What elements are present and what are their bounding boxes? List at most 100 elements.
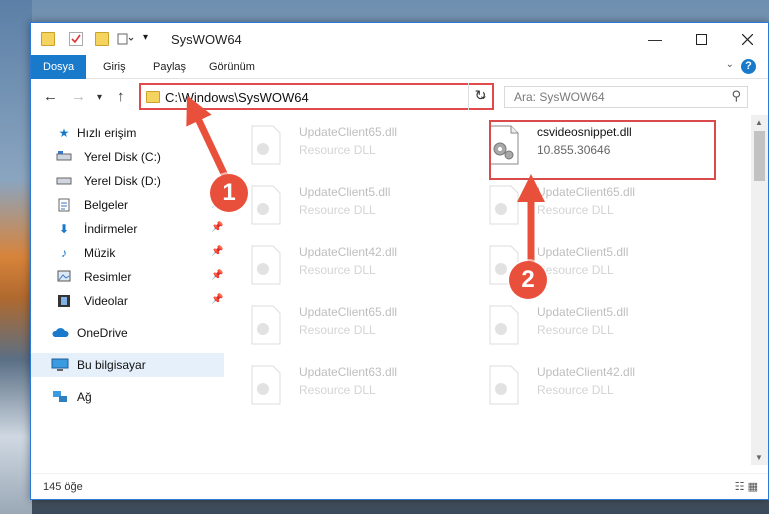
file-description: Resource DLL <box>537 323 614 337</box>
drive-icon <box>56 150 72 164</box>
file-description: Resource DLL <box>299 263 376 277</box>
close-button[interactable] <box>724 23 769 55</box>
sidebar-item-label: Resimler <box>84 270 132 284</box>
view-mode-icons[interactable]: ☷ ▦ <box>735 480 758 493</box>
dll-file-icon <box>489 185 519 225</box>
music-icon: ♪ <box>61 246 67 260</box>
new-folder-icon[interactable] <box>95 32 109 46</box>
file-description: Resource DLL <box>299 383 376 397</box>
step-one-badge: 1 <box>210 174 248 212</box>
sidebar-item-pictures[interactable]: Resimler 📌 <box>31 265 224 289</box>
file-name: UpdateClient65.dll <box>299 125 398 139</box>
file-description: Resource DLL <box>537 263 614 277</box>
explorer-window: ▾ SysWOW64 — Dosya Giriş Paylaş Görünüm … <box>30 22 769 500</box>
file-item[interactable]: UpdateClient42.dll Resource DLL <box>467 361 697 415</box>
sidebar-item-this-pc[interactable]: Bu bilgisayar <box>31 353 224 377</box>
large-icons-view-icon[interactable]: ▦ <box>748 481 758 493</box>
documents-icon <box>56 198 72 212</box>
recent-locations-icon[interactable]: ▾ <box>97 92 102 103</box>
sidebar-item-local-disk-c[interactable]: Yerel Disk (C:) <box>31 145 224 169</box>
search-input[interactable]: Ara: SysWOW64 ⚲ <box>504 86 748 108</box>
up-arrow-icon[interactable]: ↑ <box>117 88 125 105</box>
search-icon: ⚲ <box>731 88 741 103</box>
sidebar-item-label: İndirmeler <box>84 222 138 236</box>
downloads-icon: ⬇ <box>58 222 70 236</box>
sidebar-item-network[interactable]: Ağ <box>31 385 224 409</box>
dll-file-icon <box>251 365 281 405</box>
cloud-icon <box>51 326 69 340</box>
tab-share[interactable]: Paylaş <box>141 55 198 79</box>
maximize-button[interactable] <box>678 23 724 55</box>
file-name: UpdateClient65.dll <box>537 185 636 199</box>
minimize-button[interactable]: — <box>632 23 678 55</box>
file-item[interactable]: UpdateClient42.dll Resource DLL <box>229 241 459 295</box>
properties-icon[interactable] <box>69 32 83 46</box>
pin-icon[interactable]: 📌 <box>211 270 223 281</box>
file-description: Resource DLL <box>537 203 614 217</box>
item-count: 145 öğe <box>43 481 83 493</box>
file-name: UpdateClient42.dll <box>537 365 636 379</box>
sidebar-item-local-disk-d[interactable]: Yerel Disk (D:) <box>31 169 224 193</box>
scroll-thumb[interactable] <box>754 131 765 181</box>
vertical-scrollbar[interactable]: ▲ ▼ <box>751 115 768 465</box>
sidebar-item-label: Hızlı erişim <box>77 126 137 140</box>
step-two-badge: 2 <box>509 261 547 299</box>
dll-file-icon <box>251 185 281 225</box>
sidebar-item-label: Yerel Disk (C:) <box>84 150 161 164</box>
sidebar-item-label: Videolar <box>84 294 128 308</box>
file-item[interactable]: UpdateClient65.dll Resource DLL <box>229 121 459 175</box>
file-name: UpdateClient5.dll <box>537 245 629 259</box>
pictures-icon <box>56 270 72 284</box>
sidebar-item-quick-access[interactable]: ★ Hızlı erişim <box>31 121 224 145</box>
quick-access-dropdown-icon[interactable]: ▾ <box>143 32 157 46</box>
search-placeholder: Ara: SysWOW64 <box>514 90 605 104</box>
file-name: UpdateClient5.dll <box>299 185 391 199</box>
ribbon-tabs: Dosya Giriş Paylaş Görünüm ⌄ ? <box>31 55 768 79</box>
back-arrow-icon[interactable]: ← <box>43 88 58 105</box>
tab-home[interactable]: Giriş <box>91 55 138 79</box>
file-description: Resource DLL <box>299 143 376 157</box>
sidebar-item-downloads[interactable]: ⬇ İndirmeler 📌 <box>31 217 224 241</box>
file-item[interactable]: UpdateClient65.dll Resource DLL <box>229 301 459 355</box>
file-name: UpdateClient42.dll <box>299 245 398 259</box>
address-bar[interactable]: C:\Windows\SysWOW64 ⌄ <box>139 83 494 110</box>
scroll-down-icon[interactable]: ▼ <box>755 453 763 462</box>
forward-arrow-icon[interactable]: → <box>71 88 86 105</box>
refresh-icon[interactable]: ↻ <box>468 83 492 110</box>
dll-file-icon <box>251 125 281 165</box>
scroll-up-icon[interactable]: ▲ <box>755 118 763 127</box>
drive-icon <box>56 174 72 188</box>
status-bar: 145 öğe ☷ ▦ <box>31 473 768 499</box>
file-item[interactable]: UpdateClient5.dll Resource DLL <box>229 181 459 235</box>
file-item[interactable]: UpdateClient5.dll Resource DLL <box>467 241 697 295</box>
pin-icon[interactable]: 📌 <box>211 294 223 305</box>
sidebar-item-label: OneDrive <box>77 326 128 340</box>
dll-file-icon <box>489 365 519 405</box>
file-item[interactable]: UpdateClient65.dll Resource DLL <box>467 181 697 235</box>
sidebar-item-videos[interactable]: Videolar 📌 <box>31 289 224 313</box>
pin-icon[interactable]: 📌 <box>211 246 223 257</box>
sidebar-item-label: Müzik <box>84 246 116 260</box>
navigation-pane: ★ Hızlı erişim Yerel Disk (C:) Yerel Dis… <box>31 119 224 469</box>
sidebar-item-documents[interactable]: Belgeler 📌 <box>31 193 224 217</box>
customize-toolbar-icon[interactable] <box>117 32 135 46</box>
folder-icon <box>146 91 160 103</box>
tab-view[interactable]: Görünüm <box>197 55 267 79</box>
pin-icon[interactable]: 📌 <box>211 222 223 233</box>
videos-icon <box>56 294 72 308</box>
file-item[interactable]: UpdateClient63.dll Resource DLL <box>229 361 459 415</box>
expand-ribbon-icon[interactable]: ⌄ <box>726 59 734 70</box>
sidebar-item-onedrive[interactable]: OneDrive <box>31 321 224 345</box>
sidebar-item-label: Yerel Disk (D:) <box>84 174 161 188</box>
file-item[interactable]: UpdateClient5.dll Resource DLL <box>467 301 697 355</box>
file-description: Resource DLL <box>299 203 376 217</box>
details-view-icon[interactable]: ☷ <box>735 481 745 493</box>
help-icon[interactable]: ? <box>741 59 756 74</box>
computer-icon <box>51 358 69 372</box>
file-name: UpdateClient65.dll <box>299 305 398 319</box>
star-icon: ★ <box>58 126 70 140</box>
sidebar-item-music[interactable]: ♪ Müzik 📌 <box>31 241 224 265</box>
sidebar-item-label: Ağ <box>77 390 92 404</box>
dll-file-icon <box>251 245 281 285</box>
tab-file[interactable]: Dosya <box>31 55 87 79</box>
